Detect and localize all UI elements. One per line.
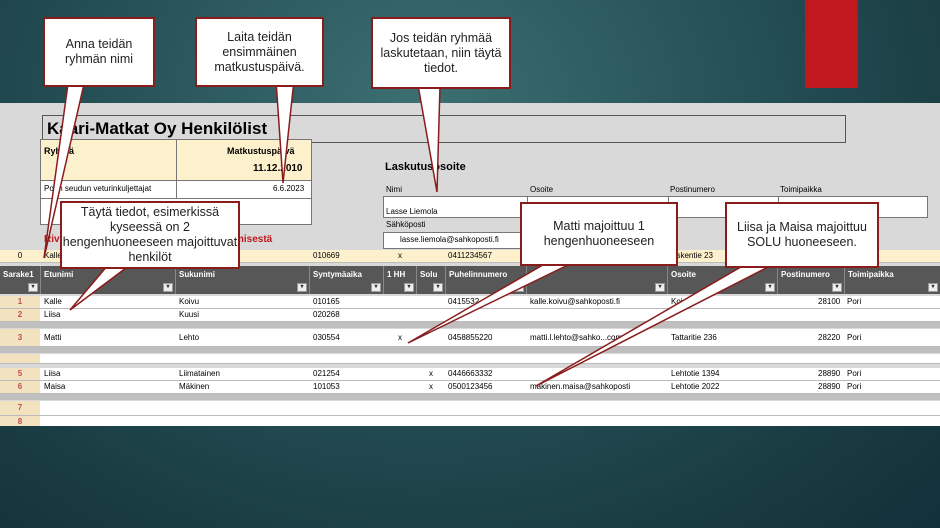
callout-group-name: Anna teidän ryhmän nimi bbox=[43, 17, 155, 87]
callout-billing: Jos teidän ryhmää laskutetaan, niin täyt… bbox=[371, 17, 511, 89]
tail-billing bbox=[417, 84, 441, 193]
callout-text: Jos teidän ryhmää laskutetaan, niin täyt… bbox=[380, 30, 502, 75]
callout-text: Liisa ja Maisa majoittuu SOLU huoneeseen… bbox=[737, 220, 867, 249]
callout-solu: Liisa ja Maisa majoittuu SOLU huoneeseen… bbox=[725, 202, 879, 268]
callout-text: Anna teidän ryhmän nimi bbox=[64, 37, 134, 66]
callout-first-date: Laita teidän ensimmäinen matkustuspäivä. bbox=[195, 17, 324, 87]
tail-solu bbox=[535, 263, 775, 387]
tail-fill-info bbox=[69, 264, 133, 311]
callout-text: Matti majoittuu 1 hengenhuoneeseen bbox=[543, 219, 655, 248]
callout-fill-info: Täytä tiedot, esimerkissä kyseessä on 2 … bbox=[60, 201, 240, 269]
callout-text: Laita teidän ensimmäinen matkustuspäivä. bbox=[214, 29, 305, 74]
callout-text: Täytä tiedot, esimerkissä kyseessä on 2 … bbox=[62, 205, 238, 264]
callout-matti: Matti majoittuu 1 hengenhuoneeseen bbox=[520, 202, 678, 266]
tail-matti bbox=[407, 261, 575, 344]
tail-first-date bbox=[275, 79, 295, 184]
